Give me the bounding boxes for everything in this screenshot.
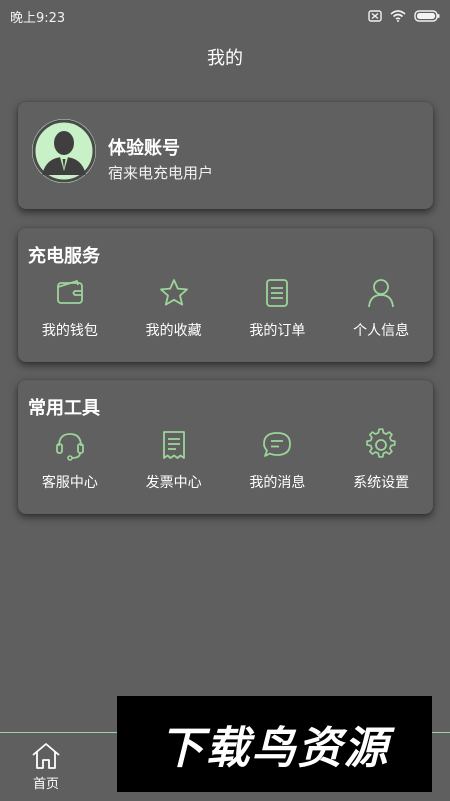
headset-icon [55, 433, 84, 461]
watermark-text: 下载鸟资源 [159, 723, 390, 774]
charging-services-card: 充电服务 我的钱包 我的收藏 我的订单 个人信息 [18, 228, 433, 362]
menu-label-system-settings: 系统设置 [353, 475, 410, 491]
section-title-charging-services: 充电服务 [28, 246, 100, 267]
profile-subtitle: 宿来电充电用户 [108, 164, 214, 182]
section-title-common-tools: 常用工具 [28, 398, 100, 419]
user-avatar-icon [32, 119, 96, 183]
menu-item-invoice-center[interactable]: 发票中心 [122, 428, 226, 508]
status-bar: 晚上9:23 [0, 0, 450, 32]
menu-label-invoice-center: 发票中心 [145, 475, 202, 491]
nav-item-home[interactable]: 首页 [22, 741, 70, 792]
wifi-icon [390, 10, 406, 22]
profile-card[interactable]: 体验账号 宿来电充电用户 [18, 102, 433, 209]
menu-item-favorites[interactable]: 我的收藏 [122, 276, 226, 356]
person-icon [368, 279, 395, 308]
menu-item-messages[interactable]: 我的消息 [226, 428, 330, 508]
menu-label-messages: 我的消息 [249, 475, 306, 491]
menu-label-customer-service: 客服中心 [41, 475, 98, 491]
wallet-icon [56, 280, 83, 304]
menu-item-customer-service[interactable]: 客服中心 [18, 428, 122, 508]
menu-label-orders: 我的订单 [249, 323, 306, 339]
home-icon [32, 743, 60, 769]
status-icons [368, 10, 440, 22]
menu-label-personal-info: 个人信息 [353, 323, 410, 339]
nav-label-home: 首页 [32, 777, 59, 792]
menu-item-orders[interactable]: 我的订单 [226, 276, 330, 356]
order-icon [266, 279, 289, 307]
menu-item-wallet[interactable]: 我的钱包 [18, 276, 122, 356]
watermark: 下载鸟资源 [117, 696, 432, 792]
page-title: 我的 [207, 48, 243, 69]
menu-label-favorites: 我的收藏 [145, 323, 202, 339]
menu-item-system-settings[interactable]: 系统设置 [329, 428, 433, 508]
settings-icon [366, 428, 396, 458]
profile-name: 体验账号 [108, 138, 180, 159]
message-icon [263, 432, 292, 457]
menu-label-wallet: 我的钱包 [41, 323, 98, 339]
common-tools-grid: 客服中心 发票中心 我的消息 系统设置 [18, 428, 433, 508]
star-icon [159, 279, 188, 306]
menu-item-personal-info[interactable]: 个人信息 [329, 276, 433, 356]
sim-off-icon [368, 10, 382, 22]
battery-icon [414, 10, 440, 22]
receipt-icon [162, 431, 185, 459]
status-time: 晚上9:23 [10, 10, 66, 26]
common-tools-card: 常用工具 客服中心 发票中心 我的消息 系统设置 [18, 380, 433, 514]
charging-services-grid: 我的钱包 我的收藏 我的订单 个人信息 [18, 276, 433, 356]
